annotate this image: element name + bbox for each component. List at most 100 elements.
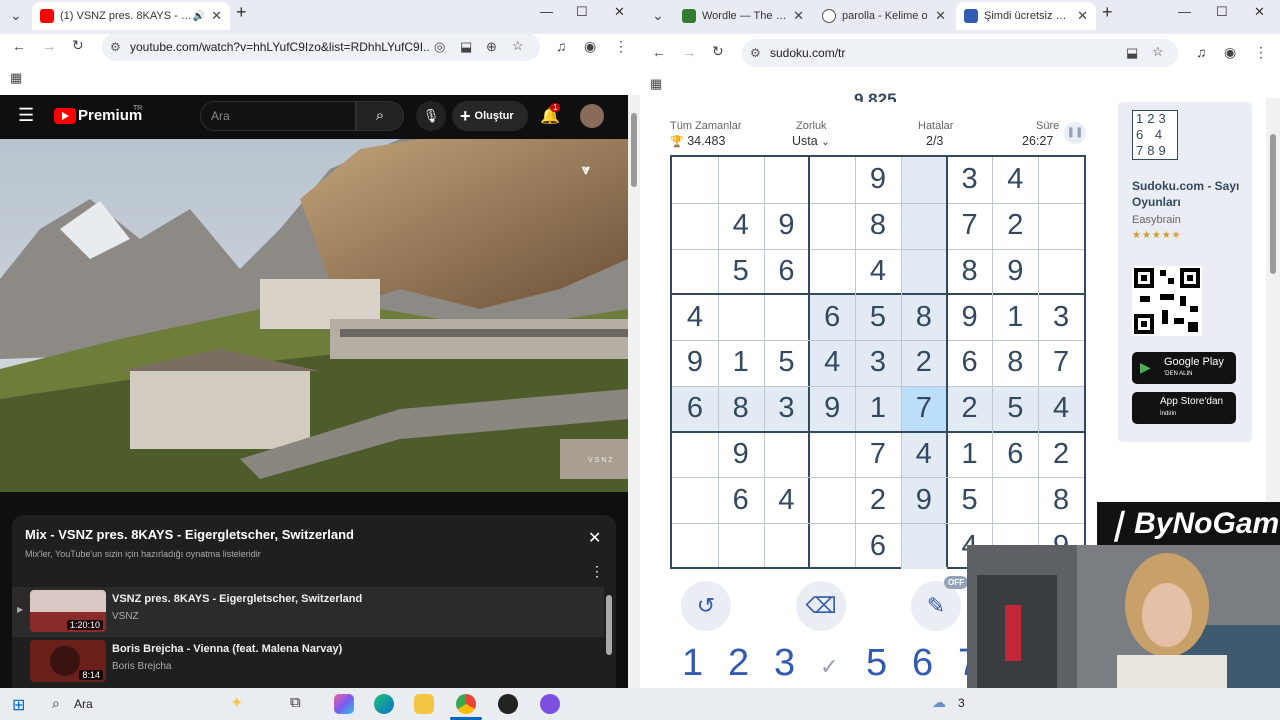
tab-search-icon[interactable]: ⌄ xyxy=(10,7,22,24)
site-info-icon[interactable]: ⚙ xyxy=(750,46,761,60)
sudoku-cell[interactable] xyxy=(900,157,947,203)
weather-icon[interactable]: ☁ xyxy=(932,694,946,711)
minimize-icon[interactable]: — xyxy=(1178,4,1191,19)
sudoku-cell[interactable] xyxy=(764,294,810,340)
sudoku-cell[interactable] xyxy=(764,523,810,569)
number-button[interactable]: 2 xyxy=(728,642,749,685)
sudoku-cell[interactable]: 9 xyxy=(947,294,993,340)
sudoku-cell[interactable]: 5 xyxy=(718,249,764,295)
difficulty-dropdown[interactable]: Usta ⌄ xyxy=(792,134,830,148)
sudoku-cell[interactable] xyxy=(672,203,718,249)
sudoku-cell[interactable] xyxy=(809,157,855,203)
number-button[interactable]: 1 xyxy=(682,642,703,685)
close-tab-icon[interactable]: ✕ xyxy=(935,8,946,24)
close-tab-icon[interactable]: ✕ xyxy=(1077,8,1088,24)
tab-search-icon[interactable]: ⌄ xyxy=(652,7,664,24)
bookmark-star-icon[interactable]: ☆ xyxy=(512,38,524,54)
profile-icon[interactable]: ◉ xyxy=(1224,44,1236,61)
sudoku-cell[interactable]: 4 xyxy=(855,249,901,295)
taskbar-search[interactable]: ⌕ Ara ✦ xyxy=(44,692,243,716)
address-bar[interactable]: ⚙ sudoku.com/tr ⬓ ☆ xyxy=(742,39,1178,67)
forward-icon[interactable]: → xyxy=(42,38,56,54)
sudoku-cell[interactable]: 3 xyxy=(1038,294,1084,340)
sudoku-cell[interactable]: 8 xyxy=(947,249,993,295)
sudoku-cell[interactable]: 9 xyxy=(672,340,718,386)
media-control-icon[interactable]: ♫ xyxy=(556,38,567,54)
sudoku-cell[interactable]: 6 xyxy=(855,523,901,569)
sudoku-cell[interactable] xyxy=(1038,203,1084,249)
sudoku-cell[interactable] xyxy=(672,157,718,203)
sudoku-cell[interactable]: 9 xyxy=(718,432,764,478)
close-window-icon[interactable]: ✕ xyxy=(1254,4,1265,20)
tab-wordle[interactable]: Wordle — The Ne ✕ xyxy=(674,2,812,30)
close-playlist-icon[interactable]: ✕ xyxy=(588,528,601,548)
sudoku-cell[interactable]: 3 xyxy=(763,385,810,432)
sudoku-cell[interactable]: 7 xyxy=(1038,340,1084,386)
youtube-logo-icon[interactable] xyxy=(54,108,76,124)
sudoku-cell[interactable]: 2 xyxy=(900,340,947,386)
sudoku-cell[interactable]: 9 xyxy=(855,157,901,203)
number-button[interactable]: 6 xyxy=(912,642,933,685)
playlist-more-icon[interactable]: ⋮ xyxy=(590,563,604,580)
account-avatar[interactable] xyxy=(580,104,604,128)
sudoku-cell[interactable]: 8 xyxy=(900,294,947,341)
sudoku-cell[interactable]: 5 xyxy=(992,385,1039,432)
copilot-app-icon[interactable] xyxy=(334,694,354,714)
hamburger-menu-icon[interactable]: ☰ xyxy=(18,105,34,126)
sudoku-cell[interactable] xyxy=(672,249,718,295)
playlist-item[interactable]: ▶ 1:20:10 VSNZ pres. 8KAYS - Eigergletsc… xyxy=(12,587,604,637)
zoom-icon[interactable]: ⊕ xyxy=(486,39,497,55)
edge-browser-icon[interactable] xyxy=(374,694,394,714)
speaker-icon[interactable]: 🔊 xyxy=(193,11,205,22)
menu-dots-icon[interactable]: ⋮ xyxy=(1254,44,1268,61)
page-scrollbar[interactable] xyxy=(628,95,640,688)
sudoku-cell[interactable]: 4 xyxy=(809,340,856,386)
sudoku-cell[interactable]: 9 xyxy=(809,385,856,432)
sudoku-cell[interactable]: 9 xyxy=(992,249,1038,295)
sudoku-cell[interactable]: 8 xyxy=(855,203,901,249)
sudoku-cell[interactable] xyxy=(809,249,855,295)
create-button[interactable]: + Oluştur xyxy=(452,101,528,131)
sudoku-cell[interactable] xyxy=(900,248,947,295)
media-control-icon[interactable]: ♫ xyxy=(1196,44,1207,60)
obs-studio-icon[interactable] xyxy=(498,694,518,714)
app-store-button[interactable]: App Store'dan İndirin xyxy=(1132,392,1236,424)
sudoku-cell[interactable] xyxy=(764,432,810,478)
sudoku-cell[interactable] xyxy=(718,294,764,340)
file-explorer-icon[interactable] xyxy=(414,694,434,714)
sudoku-cell[interactable]: 7 xyxy=(855,432,901,478)
sudoku-cell[interactable]: 1 xyxy=(855,385,901,432)
site-info-icon[interactable]: ⚙ xyxy=(110,40,121,54)
video-player[interactable]: ⩔ VSNZ xyxy=(0,139,628,492)
minimize-icon[interactable]: — xyxy=(540,4,553,19)
close-tab-icon[interactable]: ✕ xyxy=(793,8,804,24)
sudoku-cell[interactable]: 1 xyxy=(992,294,1038,340)
tab-parolla[interactable]: parolla - Kelime o ✕ xyxy=(814,2,954,30)
sudoku-cell[interactable] xyxy=(1038,249,1084,295)
sudoku-cell[interactable]: 2 xyxy=(855,477,901,523)
sudoku-cell[interactable] xyxy=(672,432,718,478)
playlist-scrollbar[interactable] xyxy=(604,587,614,687)
sudoku-cell[interactable] xyxy=(809,432,855,478)
sudoku-cell[interactable]: 3 xyxy=(855,340,901,386)
sudoku-cell[interactable]: 8 xyxy=(1038,477,1084,523)
sudoku-cell[interactable]: 6 xyxy=(947,340,993,386)
search-input[interactable]: Ara xyxy=(200,101,356,131)
sudoku-cell[interactable]: 7 xyxy=(900,385,947,432)
sudoku-cell[interactable]: 4 xyxy=(672,294,718,340)
sudoku-cell[interactable]: 4 xyxy=(764,477,810,523)
task-view-icon[interactable]: ⧉ xyxy=(290,694,301,711)
voice-search-button[interactable]: 🎙 xyxy=(416,101,446,131)
sudoku-cell[interactable]: 5 xyxy=(764,340,810,386)
bookmark-star-icon[interactable]: ☆ xyxy=(1152,44,1164,60)
apps-grid-icon[interactable]: ▦ xyxy=(650,76,662,92)
sudoku-cell[interactable]: 8 xyxy=(717,385,764,432)
google-play-button[interactable]: ▶ Google Play 'DEN ALIN xyxy=(1132,352,1236,384)
tab-youtube[interactable]: (1) VSNZ pres. 8KAYS - Eiger 🔊 ✕ xyxy=(32,2,230,30)
sudoku-cell[interactable]: 6 xyxy=(992,432,1038,478)
sudoku-cell[interactable]: 2 xyxy=(946,385,993,432)
windows-start-icon[interactable]: ⊞ xyxy=(12,695,25,715)
apps-grid-icon[interactable]: ▦ xyxy=(10,70,22,86)
sudoku-cell[interactable]: 5 xyxy=(947,477,993,523)
sudoku-cell[interactable] xyxy=(992,477,1038,523)
